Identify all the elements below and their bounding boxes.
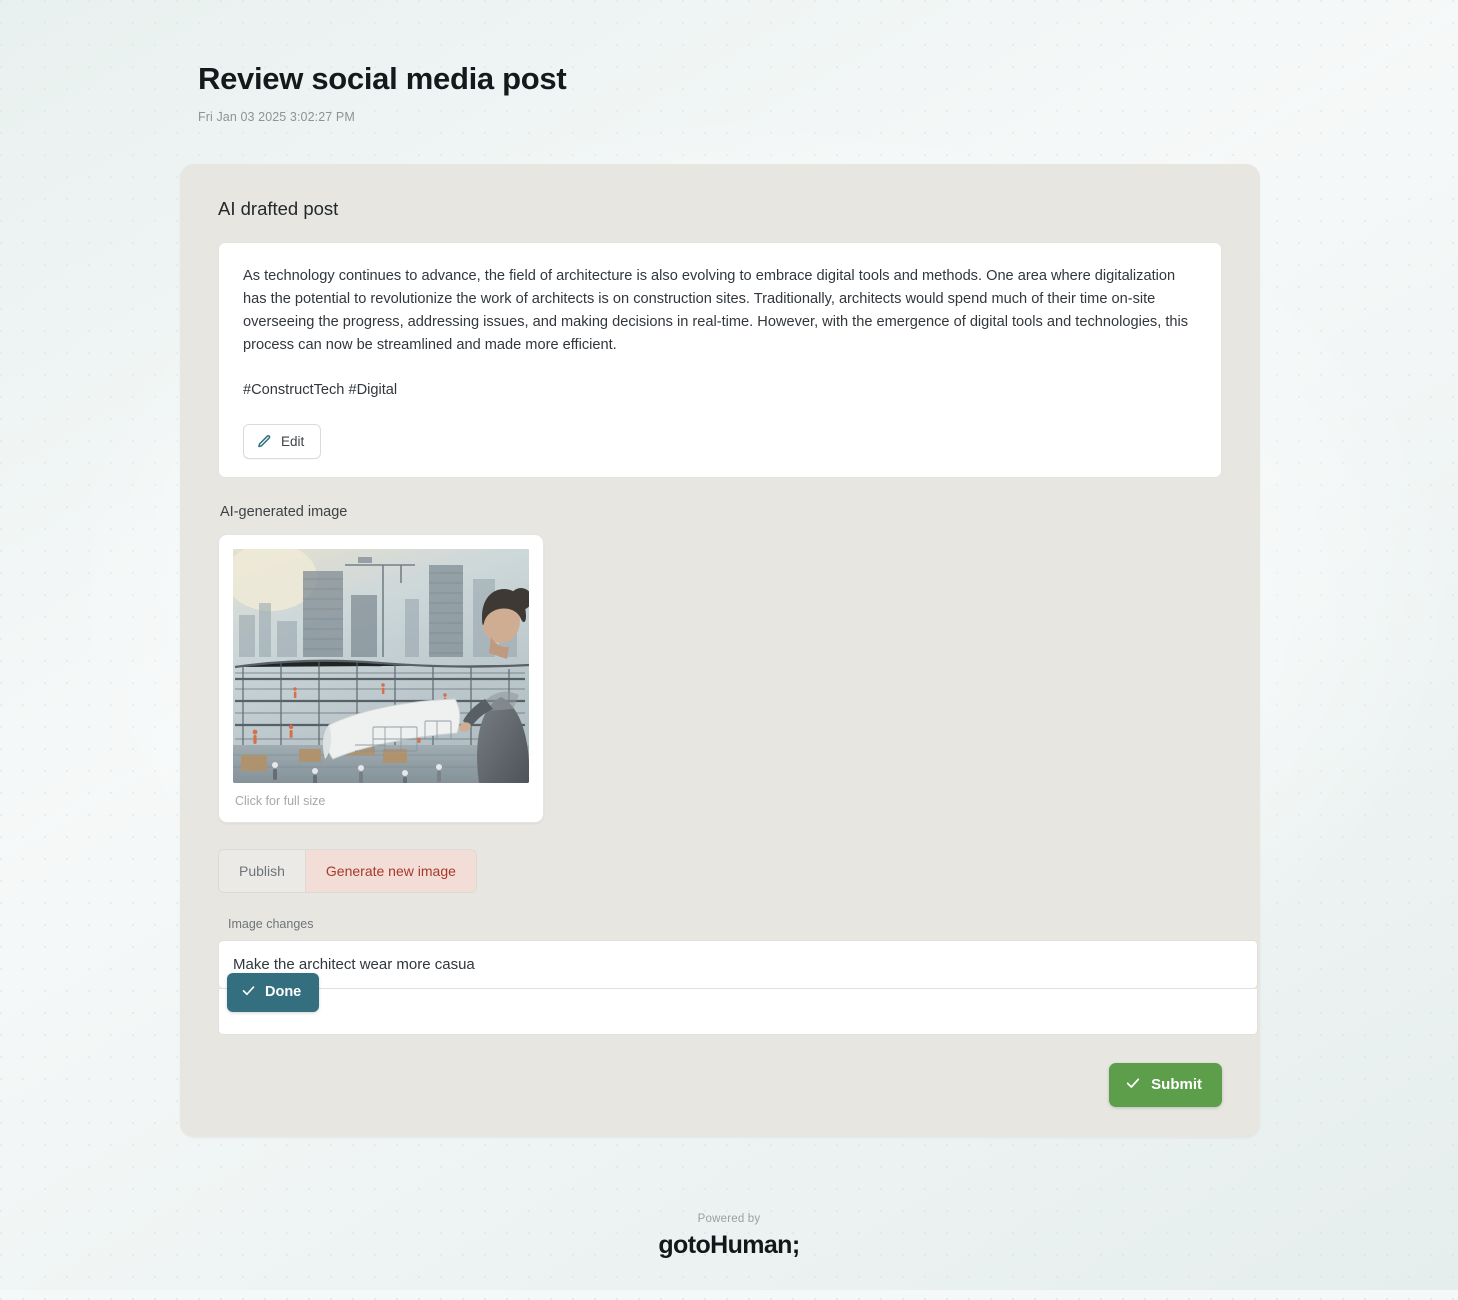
ai-generated-image-card[interactable]: Click for full size: [218, 533, 544, 823]
submit-button-label: Submit: [1151, 1076, 1202, 1094]
edit-button-label: Edit: [281, 433, 305, 449]
page-title: Review social media post: [198, 61, 567, 96]
image-changes-label: Image changes: [228, 916, 314, 931]
action-segmented-control: Publish Generate new image: [218, 848, 477, 893]
ai-drafted-post-heading: AI drafted post: [218, 198, 339, 220]
page-header: Review social media post Fri Jan 03 2025…: [0, 0, 1458, 124]
generate-new-image-option-button[interactable]: Generate new image: [304, 849, 476, 892]
check-icon: [241, 983, 256, 1002]
image-changes-input[interactable]: [218, 939, 1258, 989]
page-root: Review social media post Fri Jan 03 2025…: [0, 0, 1458, 1300]
post-body-text: As technology continues to advance, the …: [243, 268, 1189, 353]
submit-button[interactable]: Submit: [1109, 1062, 1222, 1107]
publish-option-button[interactable]: Publish: [219, 849, 305, 892]
page-footer: Powered by gotoHuman;: [0, 1213, 1458, 1300]
image-caption: Click for full size: [235, 793, 326, 808]
review-card: AI drafted post As technology continues …: [180, 164, 1260, 1137]
construction-site-illustration: [233, 548, 529, 783]
image-changes-action-panel: Done: [218, 972, 1258, 1035]
pencil-icon: [257, 434, 272, 449]
gotohuman-brand-logo: gotoHuman;: [658, 1230, 800, 1259]
request-timestamp: Fri Jan 03 2025 3:02:27 PM: [198, 110, 355, 125]
ai-generated-image-thumbnail[interactable]: [233, 548, 529, 783]
ai-generated-image-label: AI-generated image: [220, 503, 348, 520]
post-hashtags-text: #ConstructTech #Digital: [243, 381, 398, 398]
powered-by-label: Powered by: [697, 1212, 761, 1225]
submit-row: Submit: [218, 1062, 1222, 1107]
done-button-label: Done: [265, 984, 302, 1001]
drafted-post-panel: As technology continues to advance, the …: [218, 242, 1222, 478]
image-changes-group: Image changes Done: [218, 916, 1258, 1035]
done-button[interactable]: Done: [227, 972, 320, 1012]
check-icon: [1125, 1075, 1141, 1095]
edit-post-button[interactable]: Edit: [243, 423, 322, 459]
